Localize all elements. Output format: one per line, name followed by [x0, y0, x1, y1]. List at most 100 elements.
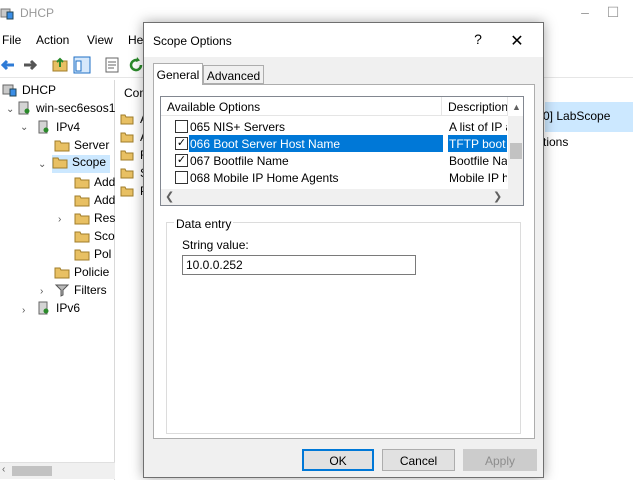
options-vertical-scrollbar[interactable]: [508, 116, 523, 205]
option-checkbox[interactable]: [175, 171, 188, 184]
dialog-titlebar: Scope Options ? ✕: [144, 23, 543, 57]
tree-item-address-pool[interactable]: Add: [74, 175, 115, 193]
option-row-065[interactable]: 065 NIS+ Servers A list of IP a: [161, 118, 507, 135]
folder-icon: [120, 132, 134, 143]
option-name: 068 Mobile IP Home Agents: [190, 171, 339, 185]
menu-help[interactable]: He: [128, 33, 143, 47]
folder-icon: [120, 114, 134, 125]
console-tree: DHCP ⌄ win-sec6esos1 ⌄ IPv4 Server ⌄ Sco…: [0, 80, 115, 480]
data-entry-legend: Data entry: [174, 217, 234, 231]
available-options-list[interactable]: Available Options Description ▲ 065 NIS+…: [160, 96, 524, 206]
scrollbar-thumb[interactable]: [12, 466, 52, 476]
scrollbar-thumb[interactable]: [510, 143, 522, 159]
option-checkbox[interactable]: ✓: [175, 154, 188, 167]
tab-general[interactable]: General: [153, 63, 203, 85]
menu-action[interactable]: Action: [36, 33, 69, 47]
chevron-right-icon[interactable]: ›: [22, 305, 32, 316]
folder-icon: [74, 213, 90, 225]
tree-label: DHCP: [22, 83, 57, 97]
tree-label: Add: [94, 193, 116, 207]
tree-label: Server: [74, 138, 110, 152]
menu-view[interactable]: View: [87, 33, 113, 47]
menu-file[interactable]: File: [2, 33, 21, 47]
folder-icon: [54, 140, 70, 152]
apply-button[interactable]: Apply: [463, 449, 537, 471]
tree-item-ipv6[interactable]: IPv6: [36, 301, 80, 319]
chevron-down-icon[interactable]: ⌄: [20, 122, 30, 133]
minimize-button[interactable]: –: [575, 4, 595, 24]
tree-label: Pol: [94, 247, 112, 261]
app-title: DHCP: [20, 6, 55, 20]
help-button[interactable]: ?: [469, 31, 487, 49]
actions-scope-title: 0] LabScope: [543, 109, 611, 123]
tree-item-policies[interactable]: Pol: [74, 247, 111, 265]
option-row-068[interactable]: 068 Mobile IP Home Agents Mobile IP ho: [161, 169, 507, 186]
tree-label: Add: [94, 175, 116, 189]
tree-item-scope[interactable]: Scope: [52, 155, 111, 173]
cancel-button[interactable]: Cancel: [382, 449, 455, 471]
string-value-input[interactable]: [182, 255, 416, 275]
tree-label: IPv6: [56, 301, 81, 315]
folder-icon: [120, 150, 134, 161]
back-arrow-icon[interactable]: [0, 55, 18, 75]
ok-button[interactable]: OK: [302, 449, 374, 471]
options-horizontal-scrollbar[interactable]: ❮ ❯: [161, 189, 508, 205]
column-header-description[interactable]: Description: [442, 97, 508, 116]
option-checkbox[interactable]: [175, 120, 188, 133]
tree-label: IPv4: [56, 120, 81, 134]
folder-icon: [52, 157, 68, 169]
tree-horizontal-scrollbar[interactable]: ‹: [0, 462, 115, 479]
scroll-left-icon[interactable]: ‹: [2, 464, 5, 475]
ipv4-icon: [38, 120, 49, 134]
tree-item-server-options[interactable]: Server: [54, 138, 109, 156]
dhcp-root-icon: [2, 84, 17, 97]
column-header-available-options[interactable]: Available Options: [161, 97, 442, 116]
option-checkbox[interactable]: ✓: [175, 137, 188, 150]
option-description: Bootfile Nam: [449, 154, 507, 168]
scope-options-dialog: Scope Options ? ✕ General Advanced Avail…: [143, 22, 544, 478]
filter-icon: [54, 284, 70, 297]
tree-label: win-sec6esos1: [36, 101, 116, 115]
show-hide-tree-icon[interactable]: [72, 55, 92, 75]
folder-icon: [54, 267, 70, 279]
option-row-067[interactable]: ✓ 067 Bootfile Name Bootfile Nam: [161, 152, 507, 169]
chevron-right-icon[interactable]: ›: [58, 214, 68, 225]
chevron-right-icon[interactable]: ›: [40, 286, 50, 297]
server-icon: [18, 101, 30, 115]
tree-label: Sco: [94, 229, 115, 243]
forward-arrow-icon[interactable]: [20, 55, 40, 75]
folder-icon: [74, 195, 90, 207]
close-button[interactable]: ✕: [508, 31, 526, 50]
dhcp-app-icon: [0, 8, 14, 20]
folder-icon: [120, 168, 134, 179]
maximize-button[interactable]: ☐: [603, 4, 623, 24]
tree-item-reservations[interactable]: Res: [74, 211, 115, 229]
chevron-down-icon[interactable]: ⌄: [38, 159, 48, 170]
tree-label: Policie: [74, 265, 110, 279]
up-folder-icon[interactable]: [50, 55, 70, 75]
option-description: Mobile IP ho: [449, 171, 507, 185]
data-entry-group: [166, 222, 521, 434]
tab-advanced[interactable]: Advanced: [203, 65, 264, 84]
tree-item-scope-options[interactable]: Sco: [74, 229, 115, 247]
tree-item-address-leases[interactable]: Add: [74, 193, 115, 211]
tree-label: Scope: [72, 155, 107, 169]
chevron-left-icon[interactable]: ❮: [165, 190, 174, 203]
option-row-066[interactable]: ✓ 066 Boot Server Host Name TFTP boot s: [161, 135, 507, 152]
folder-icon: [74, 231, 90, 243]
folder-icon: [120, 186, 134, 197]
tree-item-filters[interactable]: Filters: [54, 283, 107, 301]
tree-item-dhcp[interactable]: DHCP: [2, 83, 56, 101]
actions-more-options[interactable]: tions: [543, 135, 568, 149]
option-name: 067 Bootfile Name: [190, 154, 289, 168]
scroll-up-icon[interactable]: ▲: [510, 99, 523, 115]
chevron-right-icon[interactable]: ❯: [493, 190, 502, 203]
folder-icon: [74, 249, 90, 261]
tree-item-ipv4[interactable]: IPv4: [36, 120, 80, 138]
tree-item-policies-root[interactable]: Policie: [54, 265, 109, 283]
tree-item-server[interactable]: win-sec6esos1: [16, 101, 115, 119]
option-description: A list of IP a: [449, 120, 507, 134]
string-value-label: String value:: [182, 238, 249, 252]
properties-icon[interactable]: [102, 55, 122, 75]
chevron-down-icon[interactable]: ⌄: [6, 104, 16, 115]
